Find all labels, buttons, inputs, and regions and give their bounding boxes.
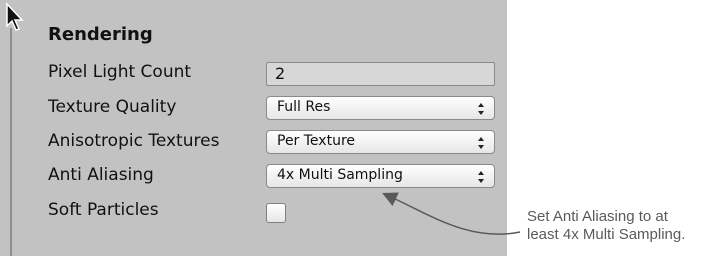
annotation-line-2: least 4x Multi Sampling. — [527, 226, 686, 243]
annotation-text: Set Anti Aliasing to at least 4x Multi S… — [527, 208, 723, 244]
annotation-line-1: Set Anti Aliasing to at — [527, 208, 668, 225]
